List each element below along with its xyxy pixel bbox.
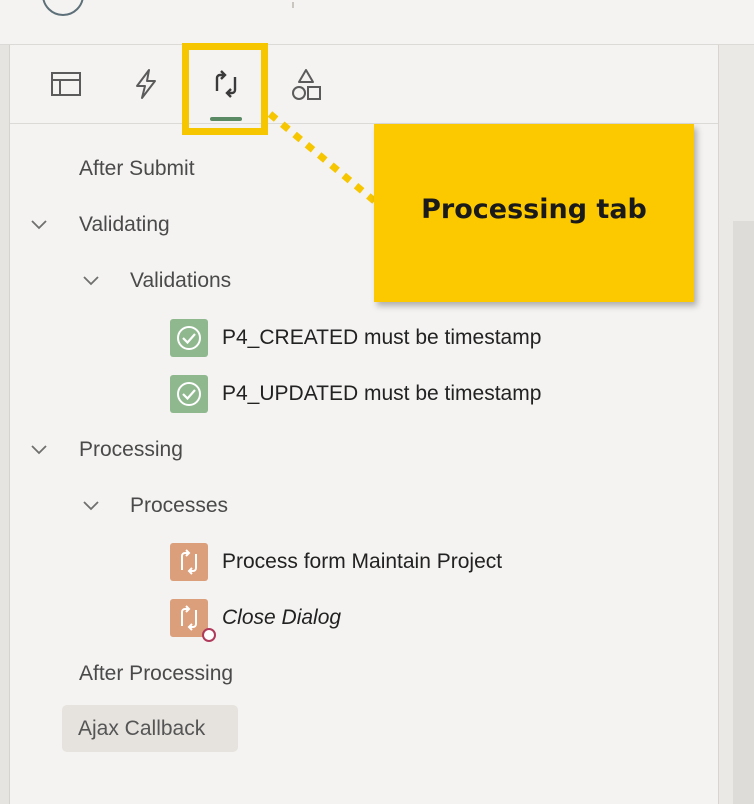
- condition-indicator-icon: [202, 628, 216, 642]
- chevron-down-icon[interactable]: [82, 500, 100, 512]
- tree-item-validation-updated[interactable]: P4_UPDATED must be timestamp: [222, 382, 541, 406]
- tab-dynamic-actions[interactable]: [126, 67, 166, 107]
- validation-check-icon: [170, 319, 208, 357]
- chevron-down-icon[interactable]: [30, 219, 48, 231]
- toolbar-divider: [292, 2, 294, 8]
- callout-label: Processing tab: [421, 194, 647, 225]
- tree-item-validation-created[interactable]: P4_CREATED must be timestamp: [222, 326, 541, 350]
- tree-node-after-submit[interactable]: After Submit: [79, 157, 195, 181]
- tree-item-close-dialog[interactable]: Close Dialog: [222, 606, 341, 630]
- tab-rendering[interactable]: [46, 67, 86, 107]
- process-icon: [170, 543, 208, 581]
- tree-node-ajax-callback[interactable]: Ajax Callback: [62, 705, 238, 752]
- lightning-icon: [136, 69, 156, 99]
- right-panel-edge: [718, 45, 754, 804]
- chevron-down-icon[interactable]: [30, 444, 48, 456]
- tab-shared-components[interactable]: [286, 67, 326, 107]
- window-left-edge: [0, 0, 10, 804]
- tree-node-after-processing[interactable]: After Processing: [79, 662, 233, 686]
- ajax-callback-label: Ajax Callback: [78, 717, 206, 740]
- tree-node-processes[interactable]: Processes: [130, 494, 228, 518]
- tree-node-processing[interactable]: Processing: [79, 438, 183, 462]
- tree-node-validating[interactable]: Validating: [79, 213, 170, 237]
- tree-item-process-form[interactable]: Process form Maintain Project: [222, 550, 502, 574]
- tree-node-validations[interactable]: Validations: [130, 269, 231, 293]
- tab-highlight-frame: [182, 43, 268, 135]
- avatar[interactable]: [42, 0, 84, 16]
- validation-check-icon: [170, 375, 208, 413]
- top-toolbar: [0, 0, 754, 45]
- chevron-down-icon[interactable]: [82, 275, 100, 287]
- shapes-icon: [292, 69, 321, 100]
- right-panel-shade: [733, 221, 754, 804]
- layout-icon: [51, 72, 81, 96]
- callout-box: Processing tab: [374, 124, 694, 302]
